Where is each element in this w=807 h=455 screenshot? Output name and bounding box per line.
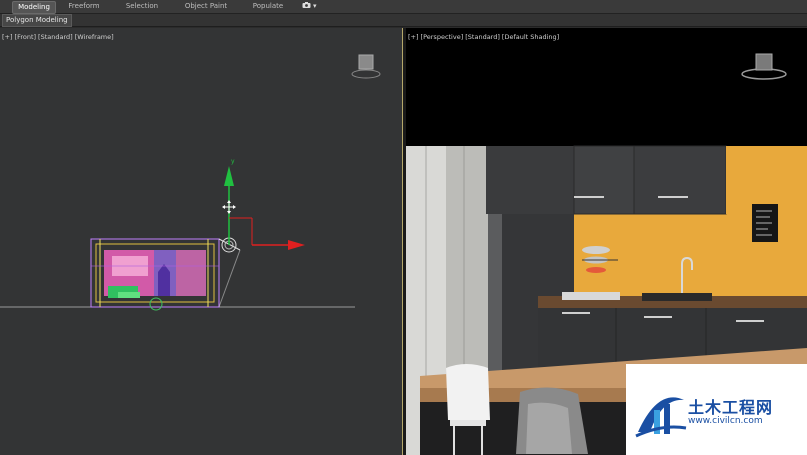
chevron-down-icon[interactable]: ▾ xyxy=(313,1,317,12)
sub-ribbon: Polygon Modeling xyxy=(0,14,807,27)
move-icon xyxy=(222,200,236,214)
transform-gizmo: y xyxy=(222,158,305,250)
view-cube-icon xyxy=(351,54,381,79)
tab-selection[interactable]: Selection xyxy=(120,1,164,12)
front-viewport[interactable]: [+] [Front] [Standard] [Wireframe] y xyxy=(0,28,402,455)
watermark-overlay: 土木工程网 www.civilcn.com xyxy=(626,364,807,455)
tab-populate[interactable]: Populate xyxy=(246,1,290,12)
watermark-url: www.civilcn.com xyxy=(688,416,763,426)
tab-modeling[interactable]: Modeling xyxy=(12,1,56,14)
svg-text:y: y xyxy=(231,158,235,165)
camera-icon[interactable] xyxy=(302,1,311,12)
ribbon-bar: Modeling Freeform Selection Object Paint… xyxy=(0,0,807,14)
view-cube-icon xyxy=(741,53,787,80)
watermark-title: 土木工程网 xyxy=(688,398,774,417)
front-scene: y xyxy=(0,54,381,311)
civilcn-logo-icon xyxy=(635,397,687,438)
tab-polygon-modeling[interactable]: Polygon Modeling xyxy=(2,14,72,27)
wireframe-model xyxy=(90,237,241,311)
tab-object-paint[interactable]: Object Paint xyxy=(180,1,232,12)
tab-freeform[interactable]: Freeform xyxy=(62,1,106,12)
